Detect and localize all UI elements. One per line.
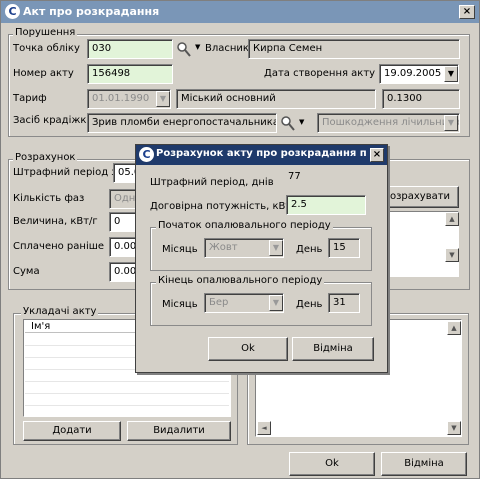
end-month-label: Місяць [162,299,198,310]
start-day-label: День [296,244,323,255]
app-icon: C [5,4,20,19]
paid-earlier-label: Сплачено раніше [13,241,105,252]
sum-label: Сума [13,266,40,277]
scroll-up-icon[interactable]: ▲ [445,212,459,226]
dialog-title: Розрахунок акту про розкрадання при ... [156,148,366,159]
theft-method-extra-select[interactable]: Пошкодження лічильника [317,113,460,133]
chevron-down-icon: ▼ [156,91,170,107]
dialog-ok-button[interactable]: Ok [208,337,288,361]
dialog-cancel-button[interactable]: Відміна [292,337,374,361]
scroll-up-icon[interactable]: ▲ [447,321,461,335]
app-icon: C [139,147,154,162]
act-number-label: Номер акту [13,68,74,79]
chevron-down-icon: ▼ [444,115,458,131]
owner-field: Кирпа Семен [248,39,460,59]
created-label: Дата створення акту [264,68,376,79]
penalty-days-value: 77 [288,171,301,182]
account-point-label: Точка обліку [13,43,80,54]
chevron-down-icon[interactable]: ▼ [299,118,304,126]
contract-power-label: Договірна потужність, кВт [150,201,292,212]
search-icon[interactable] [280,114,296,132]
account-point-input[interactable]: 030 [87,39,173,59]
cancel-button[interactable]: Відміна [381,452,467,476]
magnitude-label: Величина, кВт/г [13,216,98,227]
tariff-name-field: Міський основний [176,89,376,109]
tariff-label: Тариф [13,93,47,104]
end-day-label: День [296,299,323,310]
chevron-down-icon: ▼ [269,295,283,311]
dialog-title-bar[interactable]: C Розрахунок акту про розкрадання при ..… [136,145,387,165]
ok-button[interactable]: Ok [289,452,375,476]
scroll-left-icon[interactable]: ◄ [257,421,271,435]
add-signer-button[interactable]: Додати [23,421,121,441]
calculation-group-label: Розрахунок [13,152,78,163]
contract-power-input[interactable]: 2.5 [286,195,366,215]
calculate-button[interactable]: озрахувати [381,186,459,208]
scroll-down-icon[interactable]: ▼ [445,248,459,262]
signers-group-label: Укладачі акту [21,306,99,317]
title-bar[interactable]: C Акт про розкрадання × [1,1,479,23]
chevron-down-icon: ▼ [269,240,283,256]
start-month-label: Місяць [162,244,198,255]
scroll-down-icon[interactable]: ▼ [447,421,461,435]
phases-label: Кількість фаз [13,193,85,204]
dialog-close-button[interactable]: × [370,148,384,162]
tariff-rate-field: 0.1300 [382,89,460,109]
start-day-field: 15 [328,238,360,258]
act-number-input[interactable]: 156498 [87,64,173,84]
penalty-period-label: Штрафний період з [13,167,117,178]
window-title: Акт про розкрадання [23,5,160,18]
chevron-down-icon[interactable]: ▼ [195,43,200,51]
owner-label: Власник [205,43,249,54]
violation-group-label: Порушення [13,27,78,38]
chevron-down-icon[interactable]: ▼ [444,66,458,82]
heating-end-label: Кінець опалювального періоду [156,275,325,286]
calculation-dialog: C Розрахунок акту про розкрадання при ..… [135,144,388,373]
heating-start-label: Початок опалювального періоду [156,220,333,231]
theft-method-field: Зрив пломби енергопостачальника [87,113,277,133]
penalty-days-label: Штрафний період, днів [150,177,274,188]
close-button[interactable]: × [459,5,475,19]
end-day-field: 31 [328,293,360,313]
remove-signer-button[interactable]: Видалити [127,421,231,441]
theft-method-label: Засіб крадіжки [13,115,93,126]
search-icon[interactable] [176,40,192,58]
